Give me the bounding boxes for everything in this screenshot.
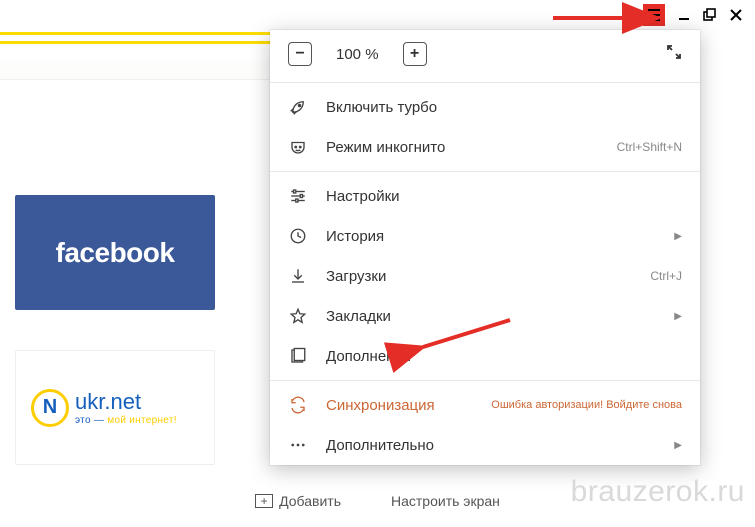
menu-item-label: История <box>326 228 656 245</box>
footer-configure-button[interactable]: Настроить экран <box>391 493 500 509</box>
ukrnet-tld: .net <box>104 389 141 414</box>
close-button[interactable] <box>729 8 743 22</box>
menu-item-label: Включить турбо <box>326 99 682 116</box>
minimize-button[interactable] <box>677 8 691 22</box>
zoom-row: − 100 % + <box>270 30 700 78</box>
menu-item-label: Настройки <box>326 188 682 205</box>
footer-add-button[interactable]: + Добавить <box>255 493 341 509</box>
menu-item-label: Закладки <box>326 308 656 325</box>
history-icon <box>288 227 308 245</box>
ukrnet-tagline-a: это — <box>75 415 107 426</box>
sync-icon <box>288 396 308 414</box>
chevron-right-icon: ▶ <box>674 440 682 451</box>
title-bar <box>0 0 755 30</box>
zoom-out-button[interactable]: − <box>288 42 312 66</box>
dots-icon <box>288 436 308 454</box>
ukrnet-logo-glyph: N <box>31 389 69 427</box>
addons-icon <box>288 347 308 365</box>
tab-strip-accent <box>0 32 270 44</box>
chevron-right-icon: ▶ <box>674 311 682 322</box>
footer-configure-label: Настроить экран <box>391 493 500 509</box>
maximize-button[interactable] <box>703 8 717 22</box>
menu-item-bookmarks[interactable]: Закладки ▶ <box>270 296 700 336</box>
menu-item-settings[interactable]: Настройки <box>270 176 700 216</box>
menu-item-downloads[interactable]: Загрузки Ctrl+J <box>270 256 700 296</box>
speed-dial-tile-ukrnet[interactable]: N ukr.net это — мой интернет! <box>15 350 215 465</box>
rocket-icon <box>288 98 308 116</box>
toolbar-strip <box>0 60 270 80</box>
sync-error-message: Ошибка авторизации! Войдите снова <box>491 399 682 411</box>
ukrnet-logo: N ukr.net это — мой интернет! <box>31 389 177 427</box>
menu-shortcut: Ctrl+J <box>650 269 682 283</box>
menu-item-sync[interactable]: Синхронизация Ошибка авторизации! Войдит… <box>270 385 700 425</box>
main-menu-dropdown: − 100 % + Включить турбо Режим инкогнито… <box>270 30 700 465</box>
zoom-in-button[interactable]: + <box>403 42 427 66</box>
plus-box-icon: + <box>255 494 273 508</box>
speed-dial-tile-facebook[interactable]: facebook <box>15 195 215 310</box>
fullscreen-icon[interactable] <box>666 44 682 65</box>
chevron-right-icon: ▶ <box>674 231 682 242</box>
menu-item-turbo[interactable]: Включить турбо <box>270 87 700 127</box>
hamburger-menu-button[interactable] <box>643 4 665 26</box>
menu-item-label: Дополнения <box>326 348 682 365</box>
ukrnet-brand: ukr <box>75 389 104 414</box>
menu-item-history[interactable]: История ▶ <box>270 216 700 256</box>
menu-item-incognito[interactable]: Режим инкогнито Ctrl+Shift+N <box>270 127 700 167</box>
menu-item-label: Синхронизация <box>326 397 473 414</box>
menu-item-addons[interactable]: Дополнения <box>270 336 700 376</box>
menu-item-label: Дополнительно <box>326 437 656 454</box>
menu-item-more[interactable]: Дополнительно ▶ <box>270 425 700 465</box>
sliders-icon <box>288 187 308 205</box>
footer-add-label: Добавить <box>279 493 341 509</box>
ukrnet-tagline-b: мой интернет! <box>107 415 177 426</box>
download-icon <box>288 267 308 285</box>
facebook-logo-text: facebook <box>56 237 175 269</box>
footer-bar: + Добавить Настроить экран <box>0 493 755 509</box>
menu-item-label: Режим инкогнито <box>326 139 599 156</box>
menu-shortcut: Ctrl+Shift+N <box>617 140 682 154</box>
menu-item-label: Загрузки <box>326 268 632 285</box>
mask-icon <box>288 138 308 156</box>
star-icon <box>288 307 308 325</box>
zoom-level: 100 % <box>336 46 379 63</box>
